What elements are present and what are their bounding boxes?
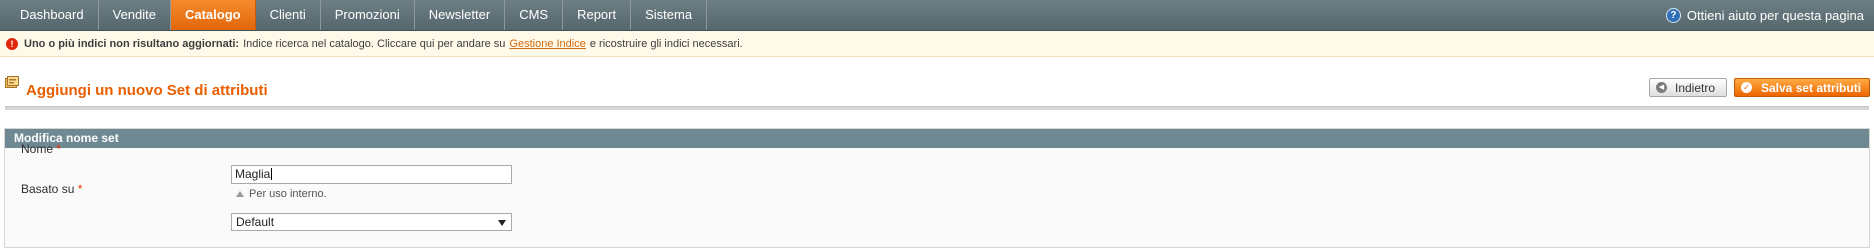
content-header: Aggiungi un nuovo Set di attributi bbox=[0, 66, 1874, 110]
save-button-label: Salva set attributi bbox=[1761, 80, 1862, 95]
checkmark-icon: ✓ bbox=[1741, 82, 1752, 93]
based-on-field-label: Basato su * bbox=[21, 182, 82, 196]
nav-item-newsletter[interactable]: Newsletter bbox=[415, 0, 506, 30]
back-button[interactable]: ◀ Indietro bbox=[1649, 78, 1727, 97]
nav-menu: Dashboard Vendite Catalogo Clienti Promo… bbox=[6, 0, 708, 30]
back-button-label: Indietro bbox=[1675, 80, 1716, 95]
chevron-down-icon bbox=[498, 220, 506, 226]
nav-item-sistema[interactable]: Sistema bbox=[631, 0, 708, 30]
nav-item-catalogo[interactable]: Catalogo bbox=[170, 0, 256, 30]
error-icon: ! bbox=[6, 37, 18, 50]
index-warning-notice: ! Uno o più indici non risultano aggiorn… bbox=[0, 31, 1874, 57]
name-field-label: Nome * bbox=[21, 142, 61, 156]
top-nav: Dashboard Vendite Catalogo Clienti Promo… bbox=[0, 0, 1874, 31]
nav-item-vendite[interactable]: Vendite bbox=[99, 0, 171, 30]
notice-bold-text: Uno o più indici non risultano aggiornat… bbox=[24, 37, 240, 50]
nav-item-clienti[interactable]: Clienti bbox=[256, 0, 321, 30]
name-label-text: Nome bbox=[21, 142, 54, 156]
name-note-text: Per uso interno. bbox=[249, 188, 327, 200]
notice-text-after: e ricostruire gli indici necessari. bbox=[589, 37, 743, 50]
required-mark: * bbox=[56, 142, 62, 156]
edit-set-name-fieldset: Modifica nome set Nome * Maglia Per uso … bbox=[4, 128, 1870, 248]
nav-item-dashboard[interactable]: Dashboard bbox=[6, 0, 99, 30]
help-circle-icon: ? bbox=[1665, 7, 1681, 23]
nav-item-cms[interactable]: CMS bbox=[505, 0, 564, 30]
notice-text-before: Indice ricerca nel catalogo. Cliccare qu… bbox=[243, 37, 506, 50]
nav-item-promozioni[interactable]: Promozioni bbox=[321, 0, 415, 30]
help-label: Ottieni aiuto per questa pagina bbox=[1686, 7, 1864, 23]
save-attribute-set-button[interactable]: ✓ Salva set attributi bbox=[1734, 78, 1870, 97]
help-link[interactable]: ? Ottieni aiuto per questa pagina bbox=[1665, 0, 1864, 30]
based-on-value: Default bbox=[236, 215, 275, 229]
based-on-select[interactable]: Default bbox=[231, 213, 512, 231]
fieldset-title: Modifica nome set bbox=[5, 129, 1869, 148]
back-arrow-icon: ◀ bbox=[1656, 82, 1667, 93]
name-field-note: Per uso interno. bbox=[231, 188, 327, 200]
name-input[interactable]: Maglia bbox=[231, 165, 512, 184]
attribute-set-icon bbox=[5, 76, 19, 88]
nav-item-report[interactable]: Report bbox=[563, 0, 632, 30]
note-arrow-icon bbox=[236, 191, 244, 197]
name-input-value: Maglia bbox=[235, 167, 271, 181]
page-title: Aggiungi un nuovo Set di attributi bbox=[26, 82, 268, 99]
header-divider bbox=[5, 106, 1869, 110]
text-cursor bbox=[271, 168, 273, 180]
based-label-text: Basato su bbox=[21, 182, 75, 196]
gestione-indice-link[interactable]: Gestione Indice bbox=[509, 38, 585, 50]
required-mark: * bbox=[77, 182, 83, 196]
